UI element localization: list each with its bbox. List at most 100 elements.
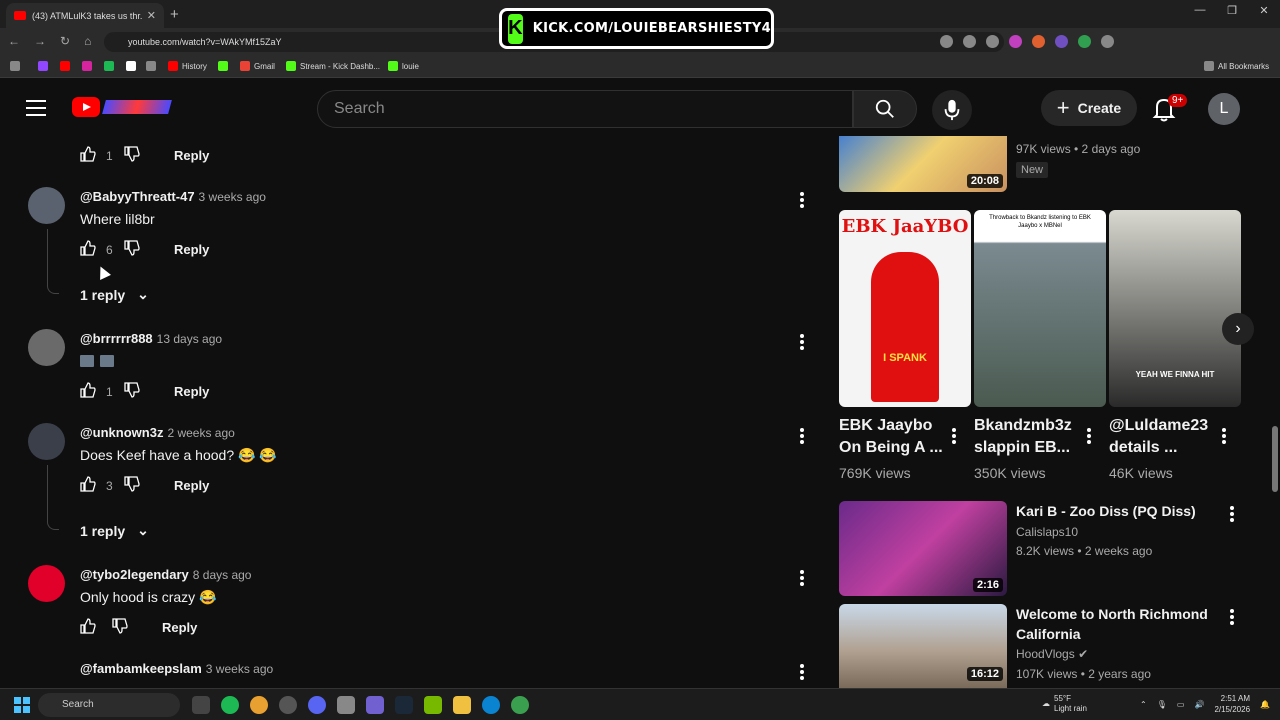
cast-icon[interactable] [963, 35, 976, 48]
all-bookmarks[interactable]: All Bookmarks [1204, 61, 1269, 71]
edge-icon[interactable] [482, 696, 500, 714]
file-explorer-icon[interactable] [453, 696, 471, 714]
create-button[interactable]: + Create [1041, 90, 1137, 126]
chrome-icon[interactable] [250, 696, 268, 714]
video-thumbnail[interactable]: 16:12 [839, 604, 1007, 688]
puzzle-icon[interactable] [1101, 35, 1114, 48]
spotify-icon[interactable] [221, 696, 239, 714]
extension-icon[interactable] [1009, 35, 1022, 48]
comment-author[interactable]: @tybo2legendary 8 days ago [80, 567, 251, 582]
account-avatar[interactable]: L [1208, 93, 1240, 125]
more-actions-icon[interactable] [1085, 426, 1093, 446]
author-handle[interactable]: @tybo2legendary [80, 567, 189, 582]
back-icon[interactable]: ← [8, 34, 20, 48]
minimize-icon[interactable]: — [1184, 4, 1216, 17]
scrollbar-thumb[interactable] [1272, 426, 1278, 492]
short-thumbnail[interactable]: Throwback to Bkandz listening to EBK Jaa… [974, 210, 1106, 407]
comment-author[interactable]: @fambamkeepslam 3 weeks ago [80, 661, 273, 676]
bookmark-history[interactable]: History [168, 61, 207, 71]
video-channel[interactable]: Calislaps10 [1016, 523, 1078, 541]
author-handle[interactable]: @fambamkeepslam [80, 661, 202, 676]
gamepad-icon[interactable] [366, 696, 384, 714]
like-button[interactable] [80, 618, 96, 637]
notification-center-icon[interactable]: 🔔 [1260, 700, 1270, 709]
close-window-icon[interactable]: ✕ [1248, 4, 1280, 17]
zoom-icon[interactable] [940, 35, 953, 48]
network-icon[interactable]: ▭ [1177, 700, 1185, 709]
twitch-icon[interactable] [38, 61, 48, 71]
volume-icon[interactable]: 🔊 [1194, 700, 1204, 709]
extension-icon[interactable] [1055, 35, 1068, 48]
star-icon[interactable] [986, 35, 999, 48]
new-tab-button[interactable]: + [170, 6, 179, 23]
restore-icon[interactable]: ❐ [1216, 4, 1248, 17]
settings-icon[interactable] [337, 696, 355, 714]
tray-chevron-icon[interactable]: ⌃ [1140, 700, 1147, 709]
search-button[interactable] [853, 90, 917, 128]
x-icon[interactable] [126, 61, 136, 71]
search-input[interactable]: Search [317, 90, 853, 128]
more-actions-icon[interactable] [798, 332, 806, 352]
video-thumbnail[interactable]: 2:16 [839, 501, 1007, 596]
shorts-next-button[interactable]: › [1222, 313, 1254, 345]
steam-icon[interactable] [395, 696, 413, 714]
mic-tray-icon[interactable]: 🎙 [1157, 700, 1167, 709]
nvidia-icon[interactable] [424, 696, 442, 714]
video-title[interactable]: Kari B - Zoo Diss (PQ Diss) [1016, 501, 1196, 521]
dislike-button[interactable] [124, 476, 140, 495]
short-thumbnail[interactable]: YEAH WE FINNA HIT [1109, 210, 1241, 407]
view-replies-button[interactable]: 1 reply ⌄ [80, 286, 149, 303]
video-title[interactable]: Welcome to North Richmond California [1016, 604, 1208, 644]
chrome-alt-icon[interactable] [511, 696, 529, 714]
windows-start-icon[interactable] [14, 697, 30, 713]
youtube-logo-icon[interactable] [72, 97, 100, 117]
comment-author[interactable]: @unknown3z 2 weeks ago [80, 425, 235, 440]
author-handle[interactable]: @brrrrrr888 [80, 331, 153, 346]
short-title[interactable]: Bkandzmb3z slappin EB... [974, 415, 1072, 459]
home-icon[interactable]: ⌂ [84, 34, 91, 48]
dislike-button[interactable] [124, 240, 140, 259]
dislike-button[interactable] [112, 618, 128, 637]
bookmark-louie[interactable]: louie [388, 61, 419, 71]
discord-icon[interactable] [308, 696, 326, 714]
apps-icon[interactable] [10, 61, 20, 71]
dislike-button[interactable] [124, 146, 140, 165]
more-actions-icon[interactable] [798, 568, 806, 588]
youtube-doodle-logo[interactable] [102, 100, 172, 114]
obs-icon[interactable] [279, 696, 297, 714]
voice-search-button[interactable] [932, 90, 972, 130]
menu-icon[interactable] [26, 100, 46, 121]
extension-icon[interactable] [1078, 35, 1091, 48]
like-button[interactable] [80, 382, 96, 401]
like-button[interactable] [80, 240, 96, 259]
reply-button[interactable]: Reply [174, 242, 209, 257]
like-button[interactable] [80, 146, 96, 165]
avatar[interactable] [28, 423, 65, 460]
avatar[interactable] [28, 329, 65, 366]
bookmark-icon[interactable] [146, 61, 156, 71]
reply-button[interactable]: Reply [174, 148, 209, 163]
avatar[interactable] [28, 187, 65, 224]
clock[interactable]: 2:51 AM 2/15/2026 [1214, 693, 1250, 715]
comment-time[interactable]: 8 days ago [193, 568, 252, 582]
comment-time[interactable]: 2 weeks ago [167, 426, 234, 440]
more-actions-icon[interactable] [1228, 504, 1236, 524]
comment-time[interactable]: 13 days ago [157, 332, 222, 346]
more-actions-icon[interactable] [798, 426, 806, 446]
reply-button[interactable]: Reply [174, 384, 209, 399]
author-handle[interactable]: @unknown3z [80, 425, 163, 440]
page-scrollbar[interactable] [1270, 136, 1280, 688]
more-actions-icon[interactable] [798, 190, 806, 210]
forward-icon[interactable]: → [34, 34, 46, 48]
bookmark-kick-dashboard[interactable]: Stream - Kick Dashb... [286, 61, 380, 71]
weather-widget[interactable]: ☁ 55°F Light rain [1042, 694, 1087, 714]
more-actions-icon[interactable] [1228, 607, 1236, 627]
instagram-icon[interactable] [82, 61, 92, 71]
close-tab-icon[interactable]: ✕ [147, 9, 156, 22]
short-thumbnail[interactable]: EBK JaaYBO I SPANK [839, 210, 971, 407]
youtube-icon[interactable] [60, 61, 70, 71]
view-replies-button[interactable]: 1 reply ⌄ [80, 522, 149, 539]
bookmark-gmail[interactable]: Gmail [240, 61, 275, 71]
author-handle[interactable]: @BabyyThreatt-47 [80, 189, 195, 204]
more-actions-icon[interactable] [1220, 426, 1228, 446]
